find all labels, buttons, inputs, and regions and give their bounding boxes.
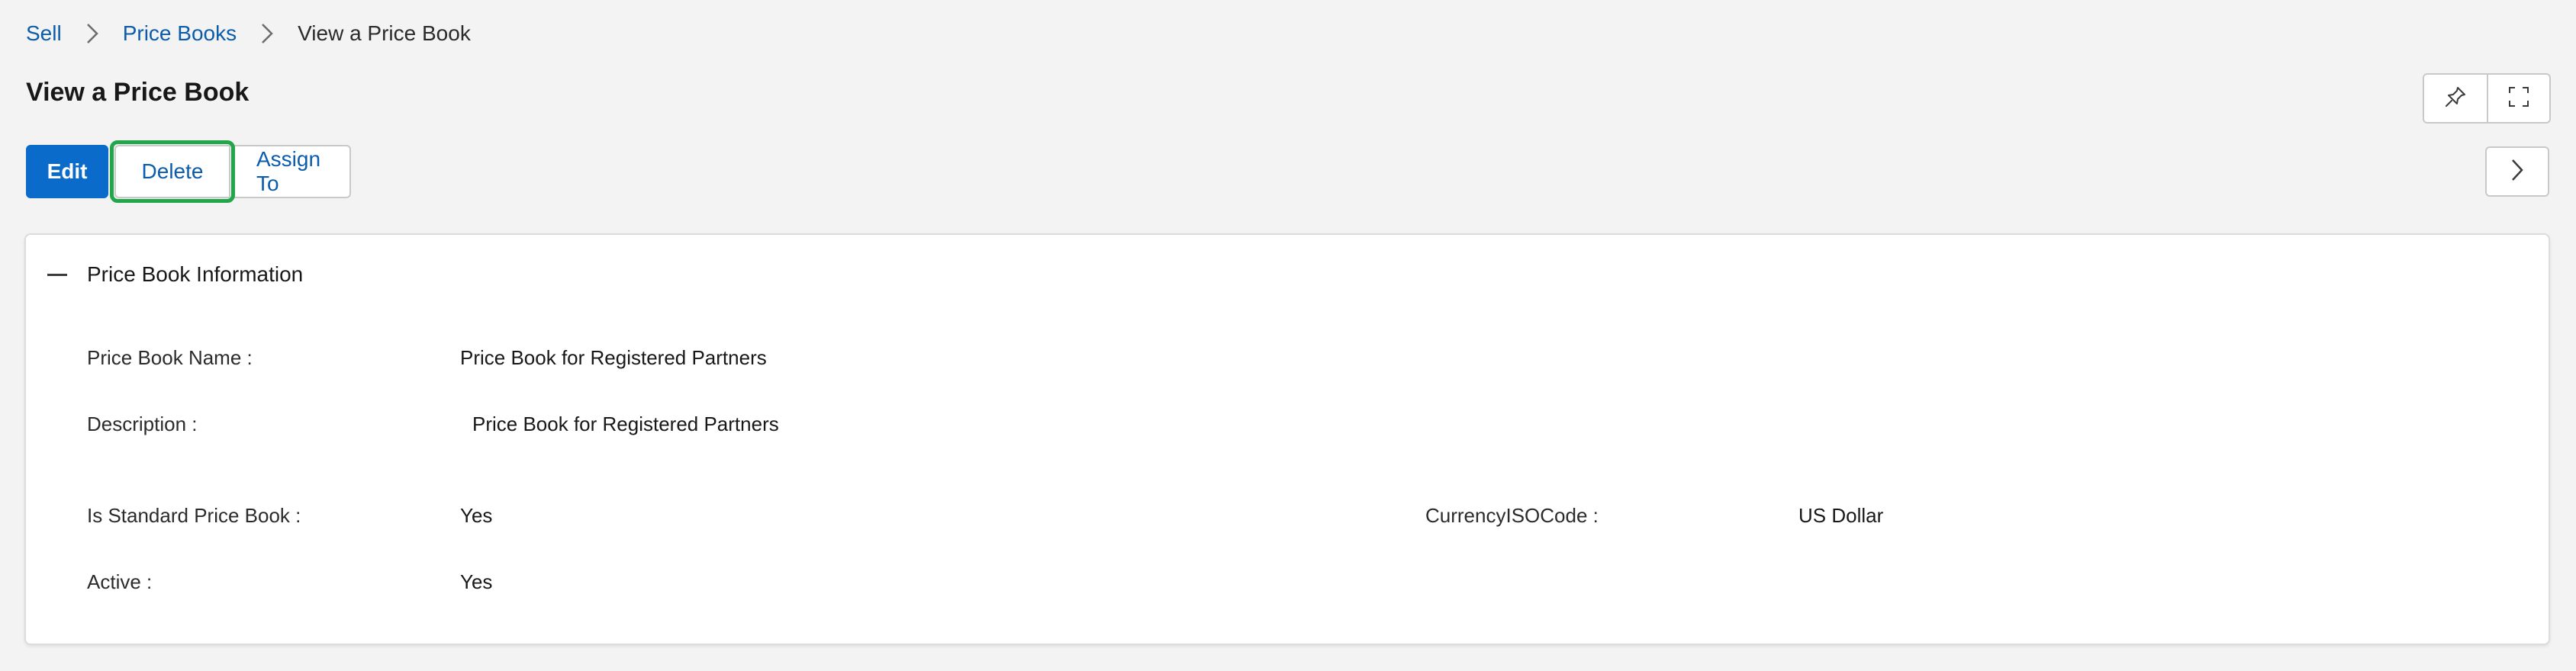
section-title: Price Book Information bbox=[87, 262, 304, 286]
active-label: Active : bbox=[87, 570, 153, 593]
collapse-icon bbox=[47, 273, 67, 276]
section-toggle[interactable]: Price Book Information bbox=[47, 262, 303, 287]
currency-label: CurrencyISOCode : bbox=[1425, 504, 1599, 527]
view-options-group bbox=[2423, 73, 2551, 124]
pin-button[interactable] bbox=[2424, 75, 2487, 122]
secondary-actions: Delete Assign To bbox=[110, 140, 351, 203]
description-label: Description : bbox=[87, 413, 198, 435]
price-book-name-value: Price Book for Registered Partners bbox=[460, 346, 767, 369]
chevron-right-icon bbox=[2510, 158, 2525, 186]
breadcrumb-sell[interactable]: Sell bbox=[26, 21, 62, 46]
description-value: Price Book for Registered Partners bbox=[472, 413, 779, 435]
edit-button[interactable]: Edit bbox=[26, 145, 108, 198]
price-book-name-label: Price Book Name : bbox=[87, 346, 253, 369]
next-record-button[interactable] bbox=[2485, 146, 2549, 197]
is-standard-label: Is Standard Price Book : bbox=[87, 504, 301, 527]
fullscreen-button[interactable] bbox=[2487, 75, 2549, 122]
currency-value: US Dollar bbox=[1798, 504, 1884, 527]
breadcrumb-current: View a Price Book bbox=[298, 21, 471, 45]
expand-icon bbox=[2507, 85, 2531, 113]
pin-icon bbox=[2443, 85, 2468, 113]
action-bar: Edit Delete Assign To bbox=[26, 140, 351, 203]
price-book-information-card: Price Book Information Price Book Name :… bbox=[24, 233, 2550, 645]
breadcrumb: Sell Price Books View a Price Book bbox=[26, 18, 471, 49]
breadcrumb-price-books[interactable]: Price Books bbox=[123, 21, 237, 46]
chevron-right-icon bbox=[62, 22, 123, 45]
page-title: View a Price Book bbox=[26, 78, 250, 107]
assign-to-button[interactable]: Assign To bbox=[229, 146, 349, 197]
is-standard-value: Yes bbox=[460, 504, 493, 527]
active-value: Yes bbox=[460, 570, 493, 593]
chevron-right-icon bbox=[237, 22, 298, 45]
delete-button[interactable]: Delete bbox=[110, 140, 235, 203]
